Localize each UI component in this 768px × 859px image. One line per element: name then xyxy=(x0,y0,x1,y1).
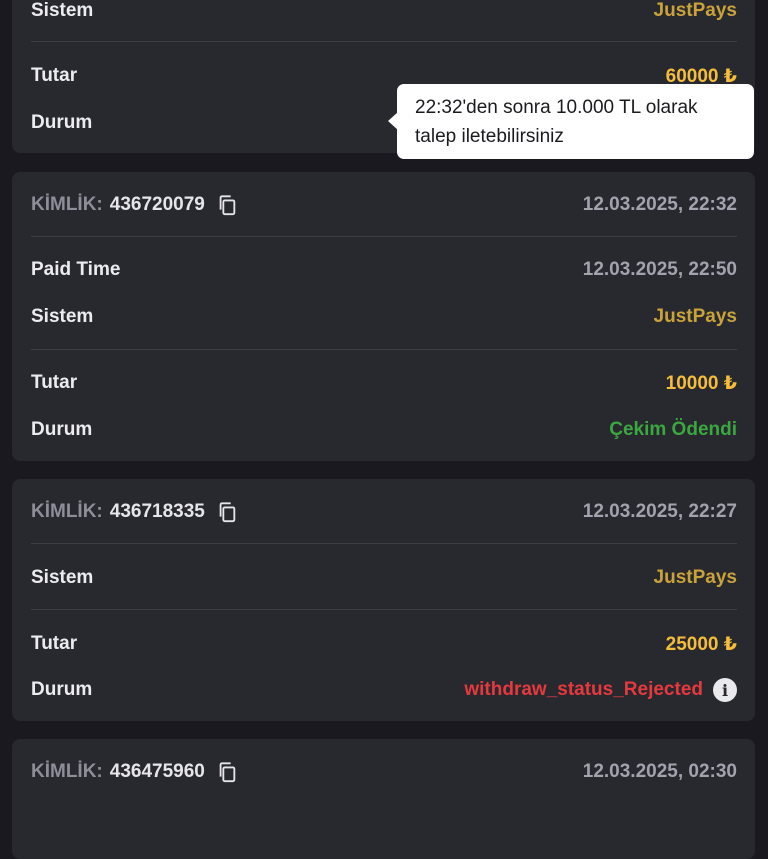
amount-value: 25000 ₺ xyxy=(665,633,737,655)
card-header: KİMLİK: 436718335 12.03.2025, 22:27 xyxy=(31,497,737,527)
system-label: Sistem xyxy=(31,567,94,588)
status-label: Durum xyxy=(31,419,93,440)
divider xyxy=(31,236,737,237)
transaction-card: KİMLİK: 436475960 12.03.2025, 02:30 xyxy=(12,739,755,859)
card-header: KİMLİK: 436475960 12.03.2025, 02:30 xyxy=(31,757,737,787)
status-label: Durum xyxy=(31,679,93,700)
amount-row: Tutar 25000 ₺ xyxy=(31,629,737,659)
system-row: Sistem JustPays xyxy=(31,302,737,332)
divider xyxy=(31,543,737,544)
system-value: JustPays xyxy=(653,306,737,327)
id-label: KİMLİK: xyxy=(31,194,103,215)
system-value: JustPays xyxy=(653,0,737,21)
transaction-id: KİMLİK: 436475960 xyxy=(31,761,238,783)
id-value: 436720079 xyxy=(109,194,205,215)
card-header: KİMLİK: 436720079 12.03.2025, 22:32 xyxy=(31,190,737,220)
paid-time-row: Paid Time 12.03.2025, 22:50 xyxy=(31,255,737,285)
transaction-card: KİMLİK: 436718335 12.03.2025, 22:27 Sist… xyxy=(12,479,755,721)
copy-icon[interactable] xyxy=(216,194,238,216)
transaction-date: 12.03.2025, 02:30 xyxy=(582,761,737,782)
status-value: withdraw_status_Rejected xyxy=(464,679,703,700)
status-group: withdraw_status_Rejected i xyxy=(464,678,737,702)
paid-time-label: Paid Time xyxy=(31,259,121,280)
status-label: Durum xyxy=(31,112,93,133)
id-label: KİMLİK: xyxy=(31,761,103,782)
status-value: Çekim Ödendi xyxy=(609,419,737,440)
amount-row: Tutar 10000 ₺ xyxy=(31,368,737,398)
amount-label: Tutar xyxy=(31,372,78,393)
transaction-id: KİMLİK: 436718335 xyxy=(31,501,238,523)
info-icon[interactable]: i xyxy=(713,678,737,702)
system-label: Sistem xyxy=(31,0,94,21)
id-value: 436718335 xyxy=(109,501,205,522)
copy-icon[interactable] xyxy=(216,501,238,523)
divider xyxy=(31,609,737,610)
system-row: Sistem JustPays xyxy=(31,0,737,26)
transaction-id: KİMLİK: 436720079 xyxy=(31,194,238,216)
paid-time-value: 12.03.2025, 22:50 xyxy=(582,259,737,280)
system-label: Sistem xyxy=(31,306,94,327)
id-value: 436475960 xyxy=(109,761,205,782)
id-label: KİMLİK: xyxy=(31,501,103,522)
transaction-card: KİMLİK: 436720079 12.03.2025, 22:32 Paid… xyxy=(12,172,755,461)
transaction-date: 12.03.2025, 22:32 xyxy=(582,194,737,215)
amount-label: Tutar xyxy=(31,65,78,86)
amount-value: 10000 ₺ xyxy=(665,372,737,394)
status-row: Durum Çekim Ödendi xyxy=(31,415,737,445)
amount-label: Tutar xyxy=(31,633,78,654)
divider xyxy=(31,41,737,42)
status-row: Durum withdraw_status_Rejected i xyxy=(31,675,737,705)
tooltip: 22:32'den sonra 10.000 TL olarak talep i… xyxy=(388,84,754,159)
divider xyxy=(31,349,737,350)
copy-icon[interactable] xyxy=(216,761,238,783)
system-row: Sistem JustPays xyxy=(31,563,737,593)
transaction-date: 12.03.2025, 22:27 xyxy=(582,501,737,522)
system-value: JustPays xyxy=(653,567,737,588)
